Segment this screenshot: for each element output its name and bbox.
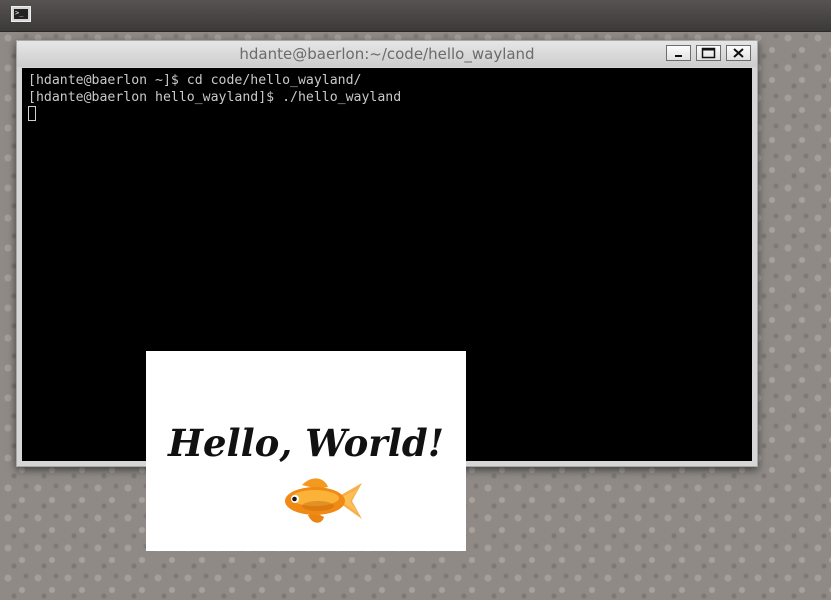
close-icon (733, 48, 744, 58)
minimize-button[interactable] (666, 45, 691, 61)
terminal-cursor[interactable] (28, 106, 36, 121)
goldfish-icon (285, 478, 362, 523)
top-panel: >_ (0, 0, 831, 32)
terminal-line: [hdante@baerlon ~]$ cd code/hello_waylan… (28, 73, 362, 88)
maximize-button[interactable] (696, 45, 721, 61)
hello-wayland-window[interactable]: Hello, World! (146, 351, 466, 551)
close-button[interactable] (726, 45, 751, 61)
window-titlebar[interactable]: hdante@baerlon:~/code/hello_wayland (17, 41, 757, 67)
terminal-line: [hdante@baerlon hello_wayland]$ ./hello_… (28, 90, 402, 105)
maximize-icon (701, 47, 716, 59)
terminal-launcher-button[interactable]: >_ (11, 6, 31, 22)
minimize-icon (675, 55, 682, 57)
window-title: hdante@baerlon:~/code/hello_wayland (239, 45, 535, 63)
terminal-icon: >_ (14, 9, 28, 19)
hello-world-text: Hello, World! (168, 421, 444, 465)
